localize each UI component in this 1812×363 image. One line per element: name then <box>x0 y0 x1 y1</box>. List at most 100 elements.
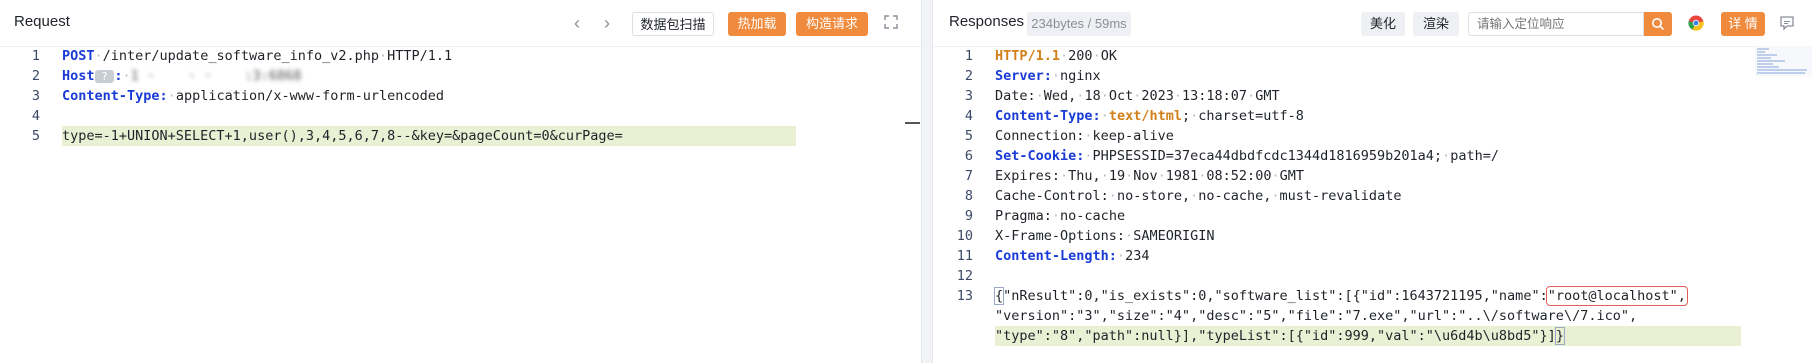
code-line[interactable]: 11 Content-Length:·234 <box>933 246 1812 266</box>
code-token: "type":"8","path":null}],"typeList":[{"i… <box>995 328 1556 344</box>
line-text: POST·/inter/update_software_info_v2.php·… <box>62 46 452 66</box>
request-pane: Request ‹ › 数据包扫描 热加载 构造请求 1 POST·/inter/… <box>0 0 922 363</box>
line-text: Pragma:·no-cache <box>995 206 1125 226</box>
code-token: · <box>1442 148 1451 164</box>
line-number: 11 <box>956 248 973 264</box>
line-text: X-Frame-Options:·SAMEORIGIN <box>995 226 1214 246</box>
code-token: · <box>1060 48 1069 64</box>
code-token: : <box>114 68 123 84</box>
code-token: · <box>1100 108 1109 124</box>
code-line[interactable]: 1 HTTP/1.1·200·OK <box>933 46 1812 66</box>
code-token: Set-Cookie: <box>995 148 1085 164</box>
code-token: application/x-www-form-urlencoded <box>175 88 445 104</box>
code-line[interactable]: 2 Host ? :·1 · · · :3:6868 <box>0 66 921 86</box>
code-token: "root@localhost", <box>1545 286 1688 306</box>
line-number: 1 <box>31 48 40 64</box>
line-number: 5 <box>31 128 40 144</box>
code-line[interactable]: 10 X-Frame-Options:·SAMEORIGIN <box>933 226 1812 246</box>
line-text: Content-Type:·application/x-www-form-url… <box>62 86 444 106</box>
code-line[interactable]: 12 <box>933 266 1812 286</box>
code-token: Content-Type: <box>995 108 1101 124</box>
code-line[interactable]: 5 type=-1+UNION+SELECT+1,user(),3,4,5,6,7… <box>0 126 921 146</box>
line-text: Content-Length:·234 <box>995 246 1149 266</box>
details-button[interactable]: 详 情 <box>1721 12 1765 36</box>
chevron-left-icon[interactable]: ‹ <box>574 13 580 34</box>
code-token: PHPSESSID=37eca44dbdfcdc1344d1816959b201… <box>1092 148 1443 164</box>
help-badge[interactable]: ? <box>94 70 115 83</box>
code-token: Content-Length: <box>995 248 1117 264</box>
code-token: Connection: <box>995 128 1085 144</box>
matched-brace: } <box>1554 327 1565 345</box>
code-token: no-cache, <box>1198 188 1272 204</box>
line-number: 6 <box>964 148 973 164</box>
line-number: 3 <box>964 88 973 104</box>
code-token: ; <box>1181 108 1191 124</box>
message-icon[interactable] <box>1779 15 1795 36</box>
code-token: HTTP/1.1 <box>387 48 453 64</box>
code-line[interactable]: 1 POST·/inter/update_software_info_v2.php… <box>0 46 921 66</box>
scroll-marker <box>905 122 920 124</box>
code-line[interactable]: 5 Connection:·keep-alive <box>933 126 1812 146</box>
code-line[interactable]: 3 Date:·Wed,·18·Oct·2023·13:18:07·GMT <box>933 86 1812 106</box>
code-token: Oct <box>1108 88 1134 104</box>
line-number: 4 <box>964 108 973 124</box>
code-token: 08:52:00 <box>1206 168 1272 184</box>
code-line[interactable]: 3 Content-Type:·application/x-www-form-ur… <box>0 86 921 106</box>
code-token: no-store, <box>1116 188 1191 204</box>
code-token: Content-Type: <box>62 88 168 104</box>
line-number: 1 <box>964 48 973 64</box>
line-text: Host ? :·1 · · · :3:6868 <box>62 66 301 87</box>
code-token: Host <box>62 68 95 84</box>
code-token: nginx <box>1060 68 1101 84</box>
code-token: Date: <box>995 88 1036 104</box>
code-token: · <box>1100 168 1109 184</box>
code-line[interactable]: "type":"8","path":null}],"typeList":[{"i… <box>933 326 1812 346</box>
code-token: 13:18:07 <box>1182 88 1248 104</box>
code-token: · <box>1116 248 1126 264</box>
locate-response-input[interactable] <box>1468 12 1644 36</box>
code-token: · <box>1108 188 1117 204</box>
code-token: 2023 <box>1141 88 1174 104</box>
code-token: GMT <box>1255 88 1280 104</box>
line-text: Set-Cookie: ·PHPSESSID=37eca44dbdfcdc1344… <box>995 146 1499 166</box>
line-text: Content-Type:·text/html;·charset=utf-8 <box>995 106 1304 126</box>
hot-load-button[interactable]: 热加载 <box>728 12 786 36</box>
code-line[interactable]: 2 Server:·nginx <box>933 66 1812 86</box>
code-line[interactable]: 6 Set-Cookie: ·PHPSESSID=37eca44dbdfcdc134… <box>933 146 1812 166</box>
code-token: GMT <box>1279 168 1304 184</box>
line-number: 12 <box>956 268 973 284</box>
code-token: Nov <box>1133 168 1158 184</box>
packet-scan-button[interactable]: 数据包扫描 <box>632 12 714 36</box>
code-token: SAMEORIGIN <box>1133 228 1215 244</box>
search-button[interactable] <box>1644 12 1672 36</box>
code-line[interactable]: 13 {"nResult":0,"is_exists":0,"software_l… <box>933 286 1812 306</box>
minimap[interactable] <box>1755 46 1812 76</box>
line-number: 3 <box>31 88 40 104</box>
code-line[interactable]: 8 Cache-Control:·no-store,·no-cache,·must… <box>933 186 1812 206</box>
code-token: type=-1+UNION+SELECT+1,user(),3,4,5,6,7,… <box>62 128 623 144</box>
code-token: · <box>1092 48 1101 64</box>
line-number: 2 <box>31 68 40 84</box>
code-token: · <box>1157 168 1166 184</box>
build-request-button[interactable]: 构造请求 <box>796 12 868 36</box>
line-number: 8 <box>964 188 973 204</box>
code-token: must-revalidate <box>1279 188 1402 204</box>
code-token: · <box>1247 88 1256 104</box>
code-token: Thu, <box>1068 168 1101 184</box>
request-header: Request ‹ › 数据包扫描 热加载 构造请求 <box>0 0 921 47</box>
chevron-right-icon[interactable]: › <box>604 13 610 34</box>
render-button[interactable]: 渲染 <box>1413 12 1459 36</box>
code-token: · <box>1100 88 1109 104</box>
response-meta: 234bytes / 59ms <box>1027 12 1131 36</box>
code-line[interactable]: 4 <box>0 106 921 126</box>
code-token: path=/ <box>1450 148 1499 164</box>
expand-icon[interactable] <box>884 15 898 34</box>
beautify-button[interactable]: 美化 <box>1361 12 1405 36</box>
code-line[interactable]: 7 Expires:·Thu,·19·Nov·1981·08:52:00·GMT <box>933 166 1812 186</box>
code-token: Expires: <box>995 168 1061 184</box>
code-line[interactable]: 9 Pragma:·no-cache <box>933 206 1812 226</box>
chrome-icon[interactable] <box>1688 15 1704 36</box>
code-line[interactable]: "version":"3","size":"4","desc":"5","fil… <box>933 306 1812 326</box>
code-token: charset=utf-8 <box>1198 108 1304 124</box>
code-line[interactable]: 4 Content-Type:·text/html;·charset=utf-8 <box>933 106 1812 126</box>
